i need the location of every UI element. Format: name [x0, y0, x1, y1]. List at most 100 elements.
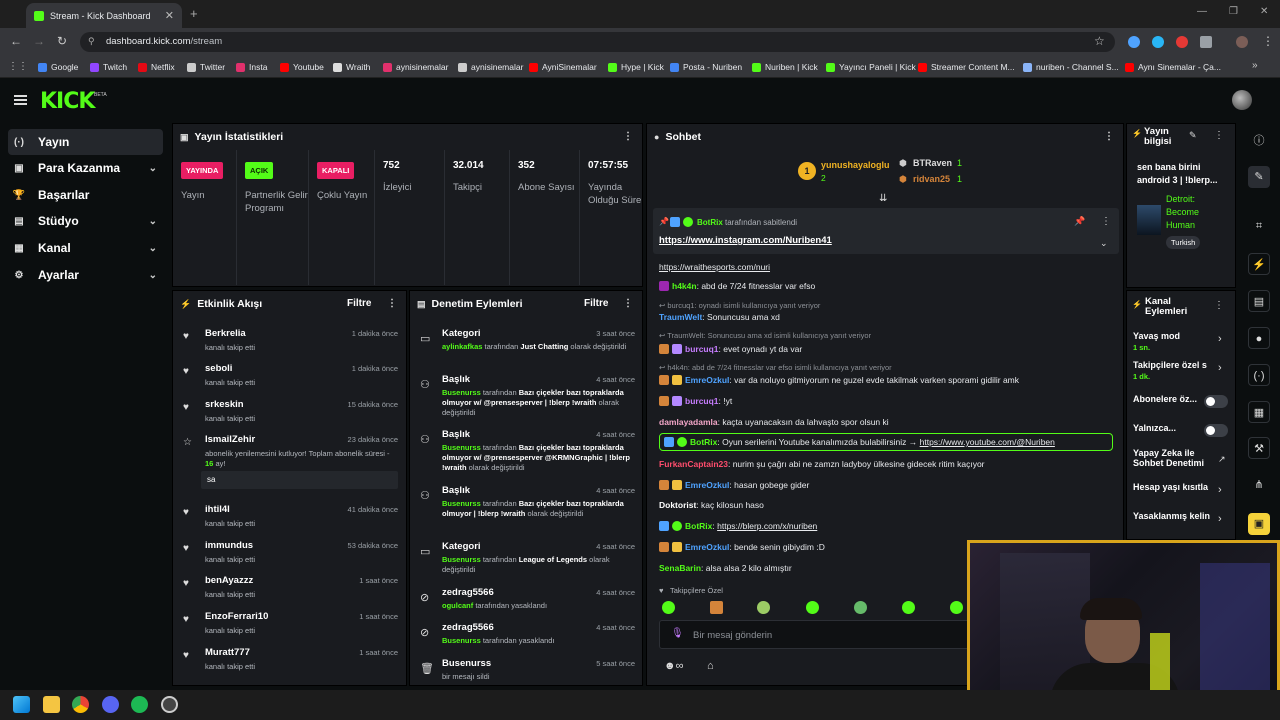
chat-link-line[interactable]: https://wraithesports.com/nuri	[659, 262, 1119, 272]
sidebar-item-2[interactable]: 🏆 Başarılar	[8, 182, 163, 208]
chat-username[interactable]: burcuq1	[685, 396, 719, 406]
chat-link[interactable]: https://www.youtube.com/@Nuriben	[920, 437, 1055, 447]
bookmark-item[interactable]: aynisinemalar	[458, 62, 523, 72]
toggle-switch[interactable]	[1204, 395, 1228, 408]
moderation-item[interactable]: ⊘ zedrag5566 4 saat önce Busenurss tarafınd…	[420, 622, 635, 662]
chat-message[interactable]: h4k4n: abd de 7/24 fitnesslar var efso	[659, 281, 1119, 291]
channel-action-item[interactable]: Yavaş mod 1 sn.	[1133, 331, 1228, 352]
moderator-name[interactable]: Busenurss	[442, 555, 481, 564]
event-username[interactable]: Berkrelia	[205, 328, 246, 339]
event-item[interactable]: ♥ EnzoFerrari10 1 saat önce kanalı takip et…	[183, 611, 398, 641]
category-thumbnail[interactable]	[1137, 205, 1161, 235]
event-item[interactable]: ♥ ihtil4l 41 dakika önce kanalı takip etti	[183, 504, 398, 534]
chevron-right-icon[interactable]: ›	[1218, 513, 1222, 525]
profile-icon[interactable]	[1236, 36, 1248, 48]
event-item[interactable]: ♥ srkeskin 15 dakika önce kanalı takip etti	[183, 399, 398, 429]
leader-name[interactable]: BTRaven	[913, 158, 952, 168]
broadcast-rail-icon[interactable]: (·)	[1248, 364, 1270, 386]
sidebar-item-5[interactable]: ⚙ Ayarlar ⌄	[8, 262, 163, 288]
emote-icon[interactable]	[854, 601, 867, 614]
moderation-filter-button[interactable]: Filtre	[584, 298, 608, 309]
chevron-down-icon[interactable]: ⌄	[149, 163, 157, 174]
chevron-down-icon[interactable]: ⌄	[149, 243, 157, 254]
event-username[interactable]: benAyazzz	[205, 575, 253, 586]
moderation-item[interactable]: ▭ Kategori 4 saat önce Busenurss tarafından…	[420, 541, 635, 581]
chat-message[interactable]: BotRix: Oyun serilerini Youtube kanalımı…	[659, 433, 1113, 451]
bookmark-item[interactable]: Aynı Sinemalar - Ça...	[1125, 62, 1221, 72]
mic-icon[interactable]: 🎙	[671, 628, 684, 639]
forward-icon[interactable]: →	[33, 34, 45, 48]
extension-icon[interactable]	[1152, 36, 1164, 48]
chat-username[interactable]: BotRix	[685, 521, 712, 531]
pinned-message[interactable]	[653, 208, 1119, 254]
event-item[interactable]: ♥ seboli 1 dakika önce kanalı takip etti	[183, 363, 398, 393]
event-username[interactable]: ihtil4l	[205, 504, 230, 515]
users-rail-icon[interactable]: ▦	[1248, 401, 1270, 423]
moderator-name[interactable]: ogulcanf	[442, 601, 473, 610]
emote-icon[interactable]	[710, 601, 723, 614]
moderator-name[interactable]: Busenurss	[442, 443, 481, 452]
start-icon[interactable]	[13, 696, 30, 713]
back-icon[interactable]: ←	[10, 34, 22, 48]
moderation-item[interactable]: ⊘ zedrag5566 4 saat önce ogulcanf tarafında…	[420, 587, 635, 627]
close-window-icon[interactable]: ✕	[1260, 6, 1268, 17]
bookmark-item[interactable]: Google	[38, 62, 78, 72]
chrome-icon[interactable]	[72, 696, 89, 713]
unpin-icon[interactable]: 📌	[1074, 216, 1085, 227]
moderator-name[interactable]: Busenurss	[442, 388, 481, 397]
moderator-name[interactable]: Busenurss	[442, 499, 481, 508]
chevron-down-icon[interactable]: ⌄	[149, 216, 157, 227]
bookmark-item[interactable]: Nuriben | Kick	[752, 62, 818, 72]
activity-filter-button[interactable]: Filtre	[347, 298, 371, 309]
tools-rail-icon[interactable]: ⚒	[1248, 437, 1270, 459]
pinned-menu-icon[interactable]: ⋮	[1101, 216, 1111, 227]
external-link-icon[interactable]: ↗	[1218, 454, 1226, 465]
bookmark-item[interactable]: Twitter	[187, 62, 225, 72]
chat-message[interactable]: TraumWelt: Sonuncusu ama xd	[659, 312, 1119, 322]
chat-username[interactable]: EmreOzkul	[685, 480, 729, 490]
moderator-name[interactable]: Busenurss	[442, 636, 481, 645]
chat-username[interactable]: FurkanCaptain23	[659, 459, 728, 469]
chevron-down-icon[interactable]: ⌄	[149, 270, 157, 281]
moderation-item[interactable]: ⚇ Başlık 4 saat önce Busenurss tarafından B…	[420, 485, 635, 525]
moderation-item[interactable]: ⚇ Başlık 4 saat önce Busenurss tarafından B…	[420, 429, 635, 472]
url-field[interactable]: dashboard.kick.com/stream	[80, 32, 1115, 52]
info-menu-icon[interactable]: ⋮	[1214, 130, 1224, 141]
chat-message[interactable]: FurkanCaptain23: nurim şu çağrı abi ne z…	[659, 459, 1119, 469]
avatar[interactable]	[1232, 90, 1252, 110]
maximize-icon[interactable]: ❐	[1229, 6, 1238, 17]
pinned-link[interactable]: https://www.instagram.com/Nuriben41	[659, 235, 832, 246]
emote-icon[interactable]	[806, 601, 819, 614]
chat-username[interactable]: burcuq1	[685, 344, 719, 354]
bookmark-item[interactable]: aynisinemalar	[383, 62, 448, 72]
event-item[interactable]: ♥ immundus 53 dakika önce kanalı takip etti	[183, 540, 398, 570]
kick-logo[interactable]: KICK	[40, 89, 95, 114]
bookmark-item[interactable]: Posta - Nuriben	[670, 62, 742, 72]
moderation-item[interactable]: ⚇ Başlık 4 saat önce Busenurss tarafından B…	[420, 374, 635, 417]
bookmark-item[interactable]: AyniSinemalar	[529, 62, 597, 72]
site-info-icon[interactable]: ⚲	[88, 36, 95, 47]
category-name[interactable]: Detroit: Become Human	[1166, 193, 1228, 232]
event-item[interactable]: ☆ IsmailZehir 23 dakika önce abonelik yenil…	[183, 434, 398, 489]
channel-action-item[interactable]: Hesap yaşı kısıtla	[1133, 482, 1228, 492]
chat-link[interactable]: https://blerp.com/x/nuriben	[717, 521, 817, 531]
bookmark-item[interactable]: Insta	[236, 62, 267, 72]
moderator-name[interactable]: aylinkafkas	[442, 342, 482, 351]
reload-icon[interactable]: ↻	[57, 34, 67, 48]
chat-username[interactable]: BotRix	[690, 437, 717, 447]
bookmark-item[interactable]: Hype | Kick	[608, 62, 664, 72]
edit-icon[interactable]: ✎	[1189, 130, 1197, 141]
chat-message[interactable]: burcuq1: !yt	[659, 396, 1119, 406]
bookmark-item[interactable]: nuriben - Channel S...	[1023, 62, 1119, 72]
chat-username[interactable]: EmreOzkul	[685, 542, 729, 552]
chat-message[interactable]: damlayadamla: kaçta uyanacaksın da lahva…	[659, 417, 1119, 427]
apps-grid-icon[interactable]: ⋮⋮	[8, 61, 28, 72]
stats-menu-icon[interactable]: ⋮	[623, 131, 633, 142]
moderation-item[interactable]: ▭ Kategori 3 saat önce aylinkafkas tarafınd…	[420, 328, 635, 368]
extension-shield-icon[interactable]	[1128, 36, 1140, 48]
leader-name[interactable]: ridvan25	[913, 174, 950, 184]
browser-tab[interactable]: Stream - Kick Dashboard ✕	[26, 3, 182, 28]
emote-icon[interactable]	[757, 601, 770, 614]
chevron-right-icon[interactable]: ›	[1218, 484, 1222, 496]
chat-username[interactable]: EmreOzkul	[685, 375, 729, 385]
